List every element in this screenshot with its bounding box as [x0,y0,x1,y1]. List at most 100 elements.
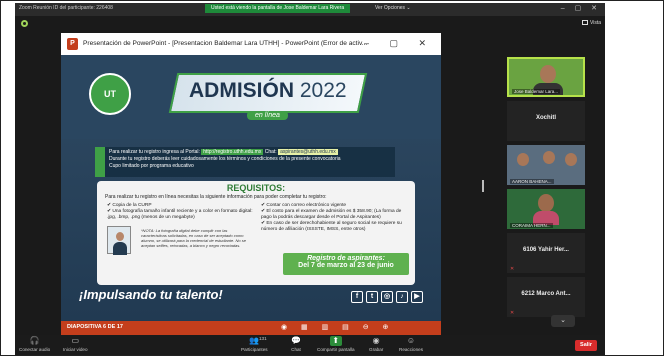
participant-face [565,153,577,166]
gallery-scroll-down-button[interactable]: ⌄ [551,315,575,327]
participant-name: CORAIMA HERN... [510,223,553,228]
powerpoint-window-controls[interactable]: – ▢ ✕ [364,38,435,49]
participant-name: AARON BAHENA... [510,179,554,184]
reactions-icon: ☺ [406,336,416,345]
slideshow-controls[interactable]: ◉ ▦ ▥ ▤ ⊖ ⊕ [281,323,394,331]
registration-dates-box: Registro de aspirantes: Del 7 de marzo a… [283,253,409,275]
chat-button[interactable]: 💬 Chat [291,336,301,352]
participant-tile[interactable]: 6212 Marco Ant... ✕ [507,277,585,317]
slogan: ¡Impulsando tu talento! [79,287,223,302]
portal-line3: Cupo limitado por programa educativo [109,163,194,169]
portal-line1: Para realizar tu registro ingresa al Por… [109,149,200,155]
view-options-button[interactable]: Ver Opciones ⌄ [375,5,411,11]
participant-tile[interactable]: CORAIMA HERN... [507,189,585,229]
participant-face [517,153,529,166]
requisitos-intro: Para realizar tu registro en línea neces… [105,194,327,200]
splitter-handle[interactable] [482,180,484,192]
tiktok-icon: ♪ [396,291,408,303]
participant-name: Xochitl [535,115,556,121]
muted-mic-icon: ✕ [510,266,515,272]
share-screen-button[interactable]: ⬆ Compartir pantalla [317,336,355,352]
participant-name: 6212 Marco Ant... [521,291,571,297]
participant-face [538,194,554,212]
leave-button[interactable]: Salir [575,340,597,351]
screenshot-frame: Zoom Reunión ID del participante: 226408… [0,0,664,356]
req-curp: Copia de la CURP [112,203,152,208]
sample-photo-image [107,226,131,255]
powerpoint-icon: P [67,38,78,50]
social-icons: f t ◎ ♪ ▶ [351,291,423,303]
start-video-label: Iniciar video [63,347,88,352]
en-linea-tag: en línea [247,111,288,120]
view-button[interactable]: Vista [581,20,601,26]
req-photo: Una fotografía tamaño infantil reciente … [107,209,253,220]
view-label: Vista [589,20,601,26]
chat-label: Chat [291,347,301,352]
requisitos-panel: REQUISITOS: Para realizar tu registro en… [97,181,415,285]
admision-title: ADMISIÓN 2022 [189,79,347,103]
req-cost: El costo para el examen de admisión es $… [261,209,402,220]
meeting-toolbar: 🎧 Conectar audio ▭ Iniciar video 👥 131 Parti… [15,335,605,355]
uthh-logo: UT [89,73,131,115]
participants-label: Participantes [241,347,268,352]
zoom-window-title: Zoom Reunión ID del participante: 226408 [19,5,113,11]
slide: UT ADMISIÓN 2022 en línea Para realizar … [61,55,441,321]
participant-tile[interactable]: Jose Baldemar Lara... [507,57,585,97]
portal-url: http://registro.uthh.edu.mx [201,149,264,155]
requisitos-right-column: ✔ Contar con correo electrónico vigente … [261,203,402,232]
participant-name: 6106 Yahir Her... [523,247,569,253]
headphones-icon: 🎧 [29,336,40,345]
powerpoint-titlebar: P Presentación de PowerPoint - [Presenta… [61,33,441,55]
participant-tile[interactable]: Xochitl [507,101,585,141]
share-screen-label: Compartir pantalla [317,347,355,352]
portal-info-text: Para realizar tu registro ingresa al Por… [109,149,395,170]
youtube-icon: ▶ [411,291,423,303]
join-audio-label: Conectar audio [19,347,51,352]
participants-button[interactable]: 👥 131 Participantes [241,336,268,352]
participant-tile[interactable]: 6106 Yahir Her... ✕ [507,233,585,273]
participant-face [540,65,556,83]
start-video-button[interactable]: ▭ Iniciar video [63,336,88,352]
req-affiliation: En caso de ser derechohabiente al seguro… [261,221,402,232]
req-email: Contar con correo electrónico vigente [266,203,347,208]
reactions-button[interactable]: ☺ Reacciones [399,336,423,352]
registration-title: Registro de aspirantes: [307,255,385,262]
facebook-icon: f [351,291,363,303]
screen-share-banner: Usted está viendo la pantalla de Jose Ba… [205,4,351,13]
gallery-view-icon [581,20,588,26]
record-icon: ◉ [372,336,380,345]
photo-body [113,242,127,255]
muted-mic-icon: ✕ [510,310,515,316]
share-screen-icon: ⬆ [329,336,342,346]
zoom-titlebar: Zoom Reunión ID del participante: 226408… [15,3,605,16]
participant-face [543,151,555,164]
zoom-window-controls[interactable]: – ▢ ✕ [561,4,601,12]
record-label: Grabar [369,347,384,352]
participants-count: 131 [259,336,267,341]
participant-tile[interactable]: AARON BAHENA... [507,145,585,185]
twitter-icon: t [366,291,378,303]
participant-name: Jose Baldemar Lara... [512,89,561,94]
chat-icon: 💬 [291,336,301,345]
photo-head [116,232,124,241]
zoom-window: Zoom Reunión ID del participante: 226408… [15,3,605,355]
requisitos-left-column: ✔ Copia de la CURP ✔ Una fotografía tama… [107,203,253,220]
portal-line2: Durante tu registro deberás leer cuidado… [109,156,341,162]
video-off-icon: ▭ [71,336,80,345]
portal-chat-email: aspirantes@uthh.edu.mx [278,149,338,155]
reactions-label: Reacciones [399,347,424,352]
photo-note: *NOTA: La fotografía digital debe cumpli… [141,228,246,248]
record-button[interactable]: ◉ Grabar [369,336,383,352]
admision-year: 2022 [299,79,347,102]
requisitos-title: REQUISITOS: [226,183,286,193]
slide-counter: DIAPOSITIVA 6 DE 17 [67,324,123,330]
instagram-icon: ◎ [381,291,393,303]
powerpoint-title: Presentación de PowerPoint - [Presentaci… [83,40,368,47]
admision-title-main: ADMISIÓN [189,79,294,102]
registration-dates: Del 7 de marzo al 23 de junio [298,262,394,269]
shared-powerpoint-window: P Presentación de PowerPoint - [Presenta… [61,33,441,335]
powerpoint-statusbar: DIAPOSITIVA 6 DE 17 ◉ ▦ ▥ ▤ ⊖ ⊕ [61,321,441,335]
join-audio-button[interactable]: 🎧 Conectar audio [19,336,50,352]
security-shield-icon[interactable] [21,20,28,27]
portal-chat-label: Chat: [264,149,277,155]
